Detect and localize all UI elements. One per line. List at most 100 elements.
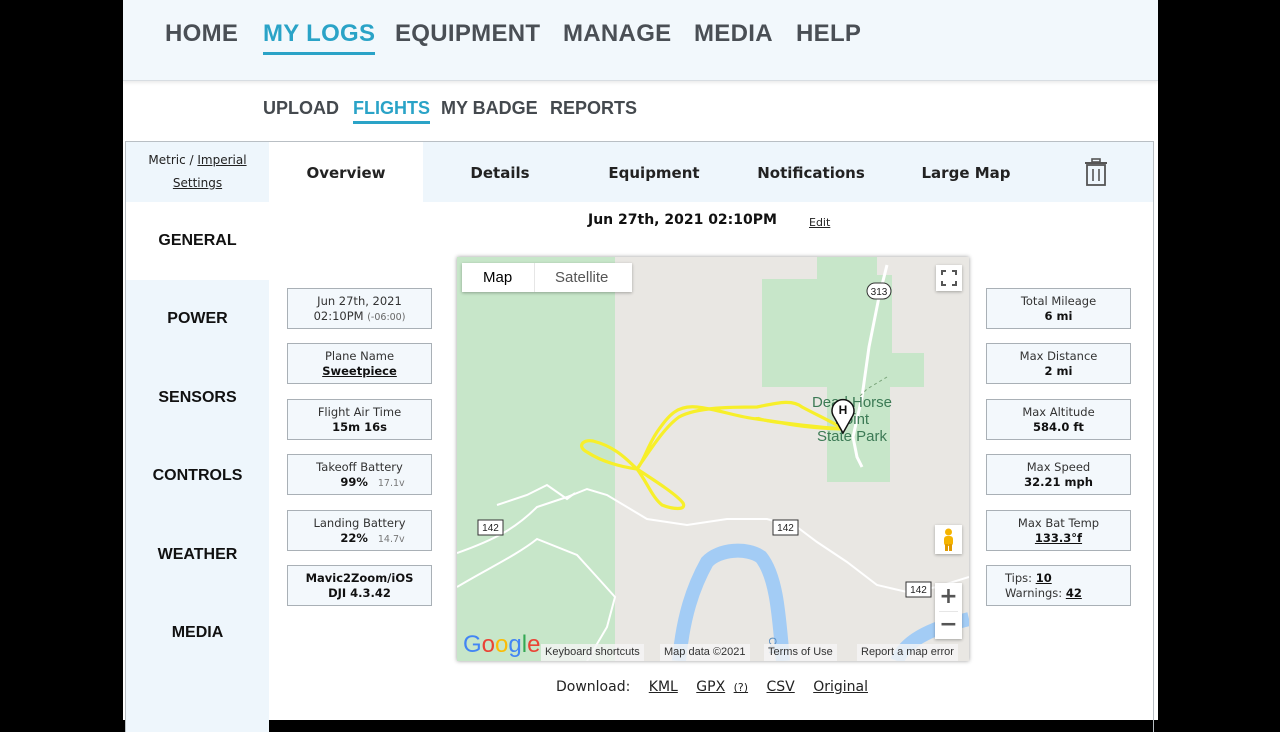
plane-name-link[interactable]: Sweetpiece (322, 364, 397, 378)
stat-date: Jun 27th, 2021 02:10PM (-06:00) (287, 288, 432, 329)
stat-app-version-value: DJI 4.3.42 (328, 586, 391, 600)
shield-142-label: 142 (482, 523, 499, 534)
stat-label: Max Speed (1026, 460, 1091, 474)
sidebar-item-power[interactable]: POWER (126, 280, 269, 358)
download-original-link[interactable]: Original (813, 679, 868, 695)
stat-app-version: Mavic2Zoom/iOS DJI 4.3.42 (287, 565, 432, 606)
flight-date-heading: Jun 27th, 2021 02:10PM (588, 212, 777, 228)
unit-metric[interactable]: Metric (148, 153, 185, 167)
map-shield-142-a: 142 (477, 519, 504, 536)
page: HOME MY LOGS EQUIPMENT MANAGE MEDIA HELP… (123, 0, 1158, 732)
tips-link[interactable]: 10 (1036, 571, 1052, 585)
tab-large-map[interactable]: Large Map (891, 142, 1041, 202)
google-logo-icon[interactable]: Google (463, 631, 541, 657)
settings-link[interactable]: Settings (173, 176, 222, 190)
tab-details[interactable]: Details (423, 142, 577, 202)
edit-date-link[interactable]: Edit (809, 216, 830, 229)
map-type-control: Map Satellite (462, 263, 632, 292)
download-gpx-link[interactable]: GPX (696, 679, 725, 695)
svg-text:Google: Google (463, 631, 540, 657)
sidebar-item-media[interactable]: MEDIA (126, 594, 269, 672)
stat-label: Total Mileage (1020, 294, 1097, 308)
stat-max-speed: Max Speed 32.21 mph (986, 454, 1131, 495)
stat-max-altitude: Max Altitude 584.0 ft (986, 399, 1131, 440)
subnav-reports[interactable]: REPORTS (550, 98, 637, 119)
stat-takeoff-battery: Takeoff Battery 99% 17.1v (287, 454, 432, 495)
nav-media[interactable]: MEDIA (694, 20, 773, 48)
sidebar-item-controls[interactable]: CONTROLS (126, 437, 269, 515)
home-marker-label: H (839, 403, 848, 417)
report-map-error-link[interactable]: Report a map error (857, 644, 958, 661)
sidebar-item-weather[interactable]: WEATHER (126, 516, 269, 594)
unit-separator: / (185, 153, 198, 167)
trash-icon[interactable] (1083, 158, 1109, 186)
stat-label: Takeoff Battery (316, 460, 403, 474)
keyboard-shortcuts-link[interactable]: Keyboard shortcuts (541, 644, 644, 661)
nav-home[interactable]: HOME (165, 20, 238, 48)
top-nav: HOME MY LOGS EQUIPMENT MANAGE MEDIA HELP (123, 0, 1158, 81)
stat-date-tz: (-06:00) (367, 312, 406, 323)
download-kml-link[interactable]: KML (649, 679, 678, 695)
stat-tips-warnings: Tips: 10 Warnings: 42 (986, 565, 1131, 606)
shield-313-label: 313 (871, 287, 888, 298)
section-sidebar: GENERAL POWER SENSORS CONTROLS WEATHER M… (126, 202, 269, 732)
subnav-flights[interactable]: FLIGHTS (353, 98, 430, 124)
map-shield-142-c: 142 (905, 581, 932, 598)
unit-imperial[interactable]: Imperial (197, 153, 246, 167)
stat-label: Max Distance (1019, 349, 1098, 363)
flight-track-path (580, 400, 846, 511)
stat-voltage: 14.7v (377, 534, 405, 545)
stat-date-line: Jun 27th, 2021 (317, 294, 402, 308)
tab-overview[interactable]: Overview (269, 142, 423, 202)
gpx-help-link[interactable]: (?) (734, 681, 748, 694)
subnav-upload[interactable]: UPLOAD (263, 98, 339, 119)
tab-equipment[interactable]: Equipment (577, 142, 731, 202)
download-label: Download: (556, 679, 631, 695)
stat-label: Landing Battery (313, 516, 406, 530)
subnav-my-badge[interactable]: MY BADGE (441, 98, 538, 119)
street-view-pegman-button[interactable] (935, 525, 962, 554)
flight-map[interactable]: 313 142 142 142 Dead Horse Point State P… (457, 257, 969, 661)
map-shield-142-b: 142 (772, 519, 799, 536)
stat-value: 99% (340, 475, 368, 489)
download-csv-link[interactable]: CSV (767, 679, 795, 695)
sidebar-item-general[interactable]: GENERAL (126, 202, 269, 280)
zoom-control: + − (935, 583, 962, 639)
stat-app-model: Mavic2Zoom/iOS (305, 571, 414, 585)
nav-my-logs[interactable]: MY LOGS (263, 20, 376, 55)
tab-notifications[interactable]: Notifications (731, 142, 891, 202)
tips-label: Tips: (1005, 571, 1033, 585)
stat-max-bat-temp: Max Bat Temp 133.3°f (986, 510, 1131, 551)
bat-temp-link[interactable]: 133.3°f (1035, 531, 1082, 545)
stat-value: 22% (340, 531, 368, 545)
zoom-out-button[interactable]: − (935, 611, 962, 639)
stat-plane-name: Plane Name Sweetpiece (287, 343, 432, 384)
fullscreen-button[interactable] (936, 265, 962, 291)
map-canvas[interactable]: 313 142 142 142 Dead Horse Point State P… (457, 257, 969, 661)
fullscreen-icon (941, 270, 957, 286)
nav-manage[interactable]: MANAGE (563, 20, 671, 48)
shield-142-label: 142 (777, 523, 794, 534)
sidebar-item-sensors[interactable]: SENSORS (126, 359, 269, 437)
terms-of-use-link[interactable]: Terms of Use (764, 644, 837, 661)
stat-value: 32.21 mph (1024, 475, 1093, 489)
zoom-in-button[interactable]: + (935, 583, 962, 611)
warnings-link[interactable]: 42 (1066, 586, 1082, 600)
pegman-icon (944, 528, 953, 551)
flight-panel: Metric / Imperial Settings Overview Deta… (125, 141, 1154, 732)
download-row: Download: KML GPX (?) CSV Original (556, 679, 868, 695)
stat-value: 15m 16s (332, 420, 387, 434)
stat-label: Max Bat Temp (1017, 516, 1100, 530)
stat-label: Max Altitude (1022, 405, 1095, 419)
map-type-satellite-button[interactable]: Satellite (555, 269, 608, 286)
shield-142-label: 142 (910, 585, 927, 596)
map-data-attribution: Map data ©2021 (660, 644, 750, 661)
flight-track (580, 400, 846, 511)
stat-landing-battery: Landing Battery 22% 14.7v (287, 510, 432, 551)
stat-label: Flight Air Time (317, 405, 402, 419)
warnings-label: Warnings: (1005, 586, 1063, 600)
map-type-map-button[interactable]: Map (483, 269, 512, 286)
nav-equipment[interactable]: EQUIPMENT (395, 20, 540, 48)
park-label: State Park (817, 428, 888, 445)
nav-help[interactable]: HELP (796, 20, 861, 48)
